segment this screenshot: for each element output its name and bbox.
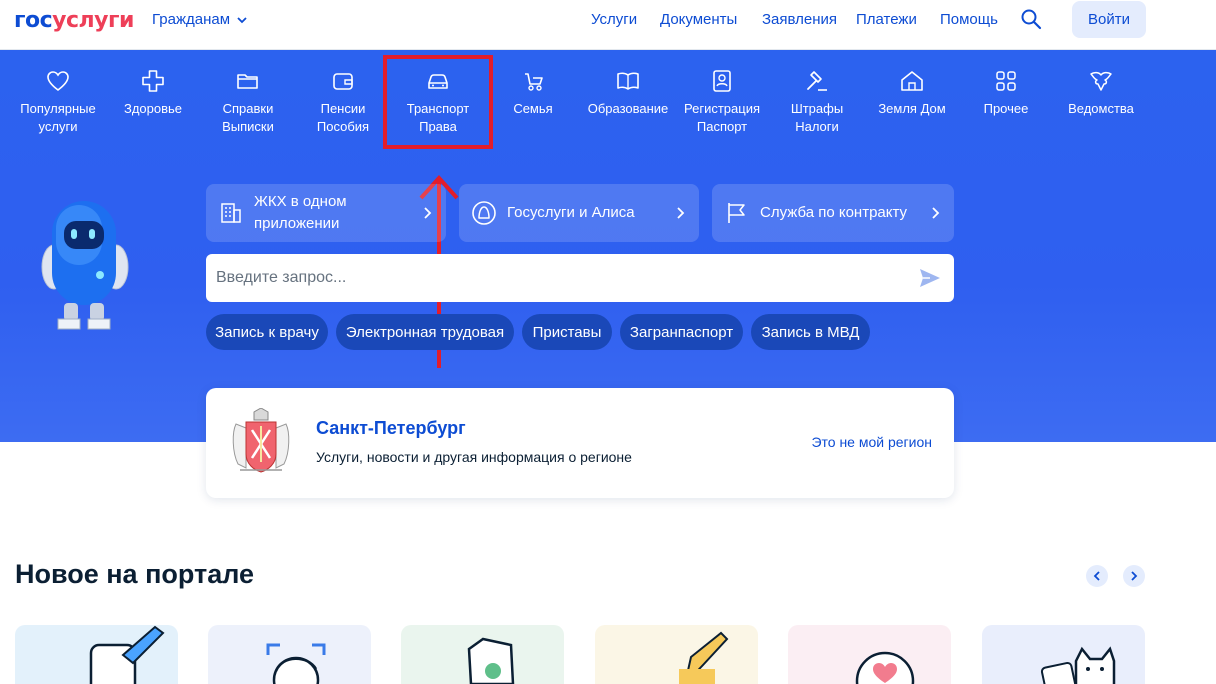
yellow-tool-illustration-icon	[595, 625, 758, 684]
category-other[interactable]: Прочее	[960, 68, 1052, 118]
quick-chip-passport[interactable]: Загранпаспорт	[620, 314, 743, 350]
nav-documents[interactable]: Документы	[660, 11, 737, 28]
gavel-icon	[807, 71, 827, 91]
category-pensions[interactable]: Пенсии Пособия	[297, 68, 389, 136]
category-education[interactable]: Образование	[582, 68, 674, 118]
promo-label: ЖКХ в одном приложении	[254, 193, 347, 232]
region-card[interactable]: Санкт-Петербург Услуги, новости и другая…	[206, 388, 954, 498]
grid-icon	[996, 71, 1016, 91]
logo-part-gos: гос	[14, 8, 53, 33]
category-label: Семья	[513, 101, 553, 116]
chevron-right-icon	[677, 207, 685, 219]
audience-label: Гражданам	[152, 11, 231, 28]
stroller-icon	[525, 73, 543, 91]
login-button[interactable]: Войти	[1072, 1, 1146, 38]
category-label: Пенсии Пособия	[316, 101, 370, 134]
spb-coat-of-arms-icon	[232, 408, 290, 473]
quick-chip-mvd[interactable]: Запись в МВД	[751, 314, 870, 350]
news-section-title: Новое на портале	[15, 559, 255, 589]
search-icon[interactable]	[1020, 8, 1042, 30]
nav-applications[interactable]: Заявления	[762, 11, 837, 28]
category-label: Образование	[587, 101, 669, 116]
news-next-button[interactable]	[1123, 565, 1145, 587]
category-label: Регистрация Паспорт	[684, 101, 760, 134]
search-input[interactable]	[216, 254, 906, 302]
news-prev-button[interactable]	[1086, 565, 1108, 587]
quick-chip-work-record[interactable]: Электронная трудовая	[336, 314, 514, 350]
nav-payments[interactable]: Платежи	[856, 11, 917, 28]
flag-icon	[728, 203, 745, 223]
top-header: госуслуги Гражданам Услуги Документы Зая…	[0, 0, 1216, 50]
search-bar	[206, 254, 954, 302]
nav-services[interactable]: Услуги	[591, 11, 637, 28]
category-label: Земля Дом	[878, 101, 946, 116]
category-popular[interactable]: Популярные услуги	[12, 68, 104, 136]
category-label: Популярные услуги	[20, 101, 96, 134]
chevron-right-icon	[424, 207, 432, 219]
chevron-down-icon	[237, 16, 247, 23]
alice-icon	[472, 201, 496, 225]
audience-dropdown[interactable]: Гражданам	[152, 11, 248, 28]
news-card[interactable]	[401, 625, 564, 684]
folder-icon	[237, 74, 258, 89]
book-icon	[617, 72, 639, 90]
region-title: Санкт-Петербург	[316, 418, 466, 438]
gosuslugi-logo[interactable]: госуслуги	[14, 8, 134, 33]
category-label: Ведомства	[1068, 101, 1134, 116]
person-scan-illustration-icon	[208, 625, 371, 684]
category-health[interactable]: Здоровье	[107, 68, 199, 118]
house-icon	[901, 71, 923, 91]
highlight-frame	[383, 55, 493, 149]
id-card-icon	[713, 70, 731, 92]
robot-mascot-icon	[41, 201, 129, 330]
chevron-right-icon	[932, 207, 940, 219]
logo-part-uslugi: услуги	[52, 8, 134, 33]
category-label: Справки Выписки	[222, 101, 274, 134]
category-bar: Популярные услуги Здоровье Справки Выпис…	[0, 50, 1216, 150]
shield-illustration-icon	[401, 625, 564, 684]
category-family[interactable]: Семья	[487, 68, 579, 118]
news-card[interactable]	[982, 625, 1145, 684]
promo-housing-app[interactable]: ЖКХ в одном приложении	[206, 184, 446, 242]
send-icon[interactable]	[918, 266, 942, 290]
quick-chip-bailiffs[interactable]: Приставы	[522, 314, 612, 350]
heart-bubble-illustration-icon	[788, 625, 951, 684]
category-label: Здоровье	[123, 101, 183, 116]
news-card[interactable]	[208, 625, 371, 684]
wallet-icon	[333, 73, 353, 90]
hero-section: Популярные услуги Здоровье Справки Выпис…	[0, 50, 1216, 442]
eagle-icon	[1090, 71, 1112, 91]
news-card[interactable]	[15, 625, 178, 684]
cat-phone-illustration-icon	[982, 625, 1145, 684]
chevron-left-icon	[1093, 571, 1100, 581]
heart-icon	[47, 71, 69, 92]
medical-cross-icon	[142, 70, 164, 92]
building-icon	[221, 203, 241, 223]
promo-contract-service[interactable]: Служба по контракту	[712, 184, 954, 242]
category-label: Прочее	[983, 101, 1029, 116]
nav-help[interactable]: Помощь	[940, 11, 998, 28]
document-pen-illustration-icon	[15, 625, 178, 684]
region-subtitle: Услуги, новости и другая информация о ре…	[316, 449, 632, 465]
chevron-right-icon	[1131, 571, 1138, 581]
category-land-house[interactable]: Земля Дом	[866, 68, 958, 118]
promo-label: Служба по контракту	[760, 204, 908, 221]
category-fines[interactable]: Штрафы Налоги	[771, 68, 863, 136]
news-card[interactable]	[595, 625, 758, 684]
quick-chip-doctor[interactable]: Запись к врачу	[206, 314, 328, 350]
category-agencies[interactable]: Ведомства	[1055, 68, 1147, 118]
category-certificates[interactable]: Справки Выписки	[202, 68, 294, 136]
news-card[interactable]	[788, 625, 951, 684]
category-registration[interactable]: Регистрация Паспорт	[676, 68, 768, 136]
category-label: Штрафы Налоги	[790, 101, 844, 134]
change-region-link[interactable]: Это не мой регион	[811, 434, 932, 450]
promo-label: Госуслуги и Алиса	[507, 204, 635, 221]
promo-alice[interactable]: Госуслуги и Алиса	[459, 184, 699, 242]
